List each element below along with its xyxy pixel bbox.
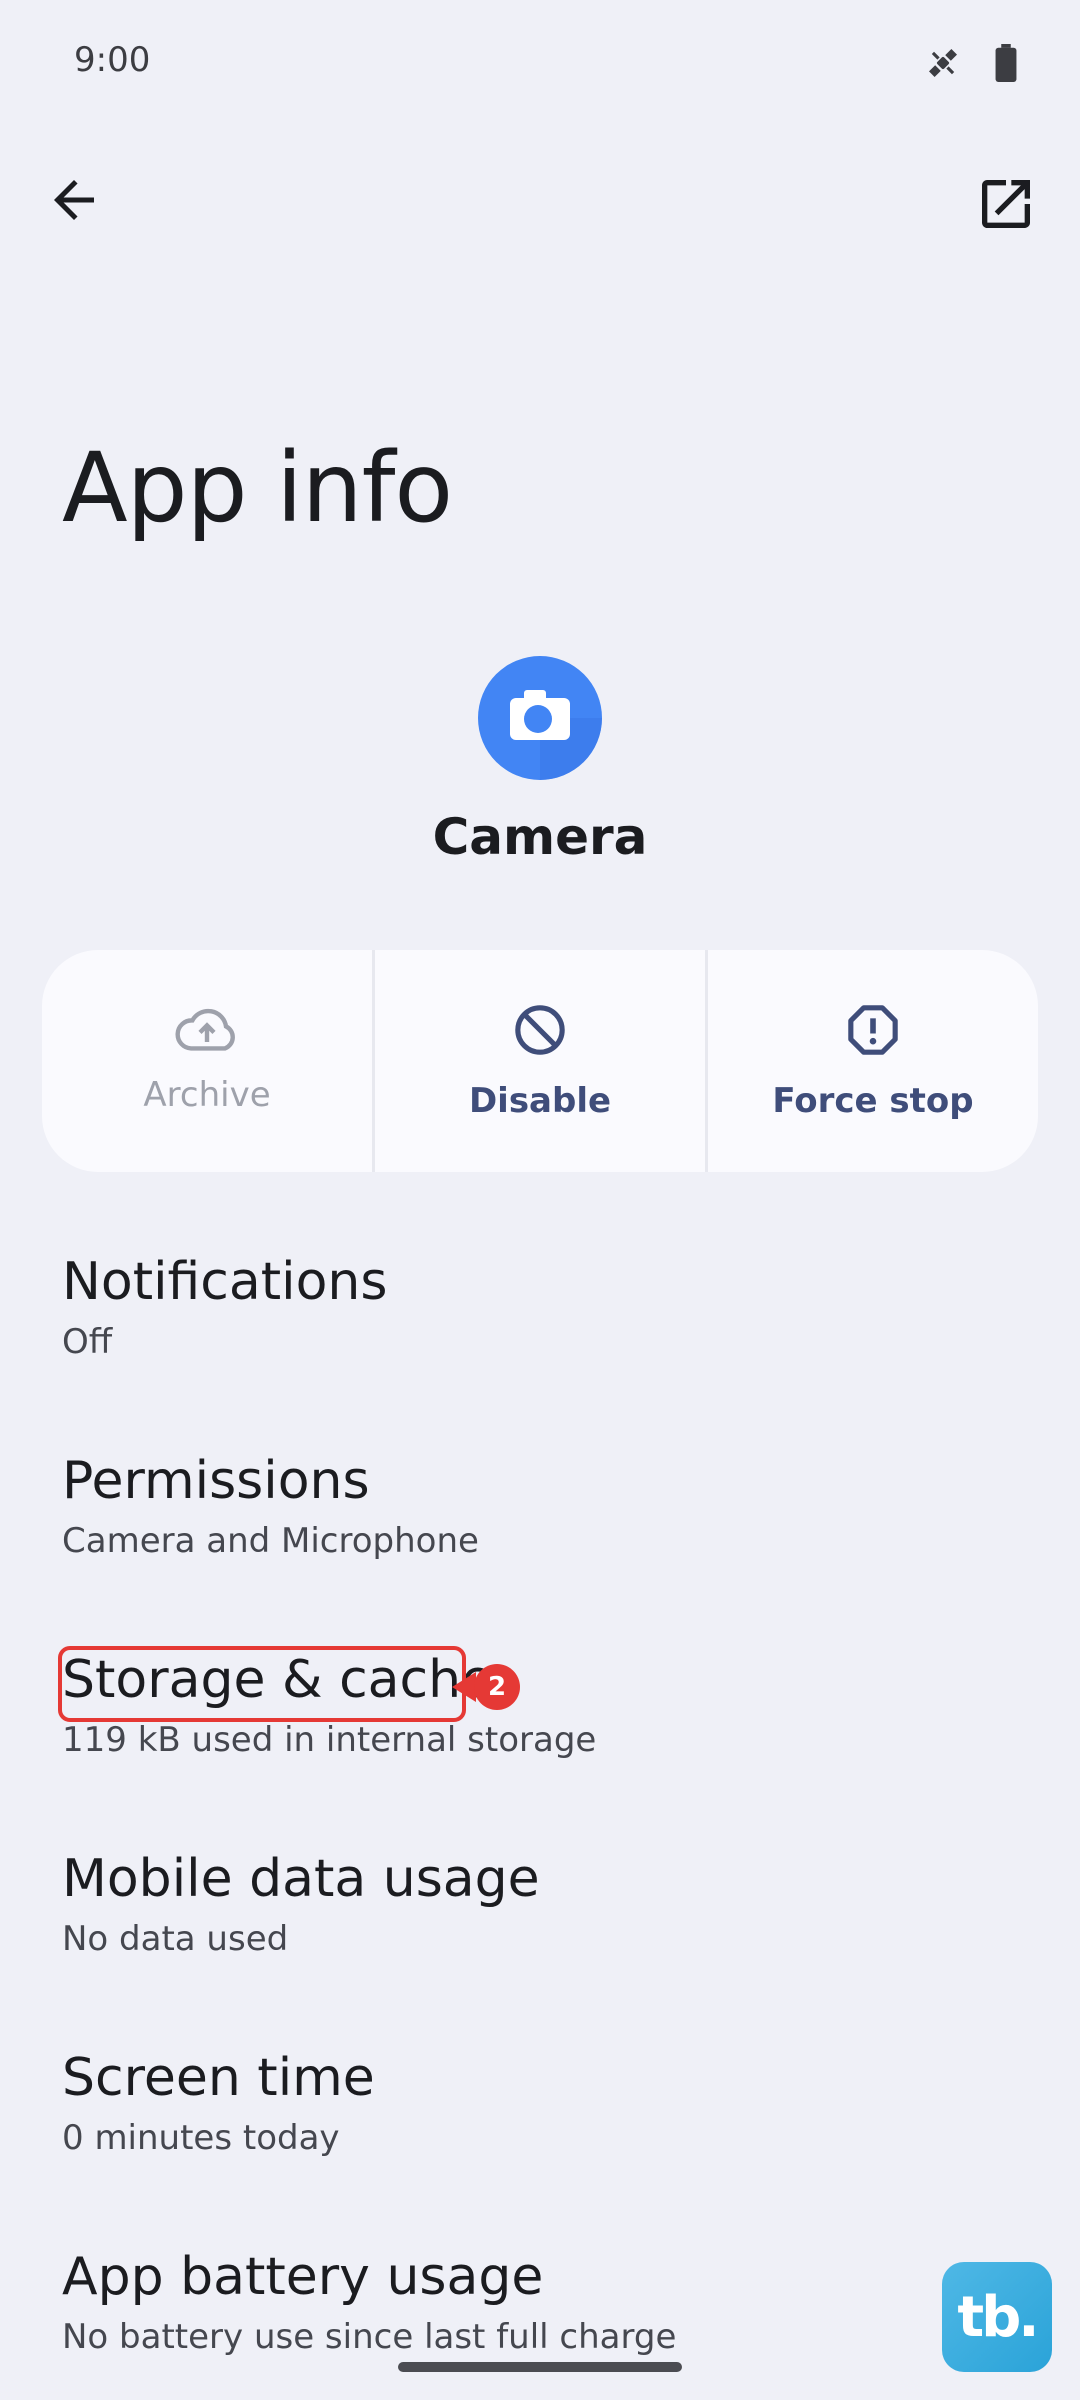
watermark-logo: tb. (942, 2262, 1052, 2372)
open-app-button[interactable] (974, 172, 1038, 236)
status-icons (924, 44, 1018, 87)
gesture-nav-handle[interactable] (398, 2362, 682, 2372)
action-buttons: Archive Disable Force stop (42, 950, 1038, 1172)
battery-icon (994, 44, 1018, 87)
screen-time-item[interactable]: Screen time 0 minutes today (62, 2048, 375, 2158)
disable-button[interactable]: Disable (375, 950, 708, 1172)
notifications-item[interactable]: Notifications Off (62, 1252, 387, 1362)
marker-arrow (452, 1672, 476, 1702)
battery-usage-subtitle: No battery use since last full charge (62, 2317, 677, 2357)
block-icon (512, 1002, 568, 1063)
mobile-data-title: Mobile data usage (62, 1849, 540, 1909)
permissions-item[interactable]: Permissions Camera and Microphone (62, 1451, 479, 1561)
page-title: App info (62, 432, 453, 544)
screen-time-subtitle: 0 minutes today (62, 2118, 340, 2158)
disable-label: Disable (468, 1080, 612, 1121)
camera-app-icon (478, 656, 602, 780)
screen-time-title: Screen time (62, 2048, 375, 2108)
app-name: Camera (432, 808, 648, 866)
status-time: 9:00 (74, 40, 151, 80)
force-stop-label: Force stop (772, 1080, 974, 1121)
battery-usage-item[interactable]: App battery usage No battery use since l… (62, 2247, 676, 2357)
permissions-title: Permissions (62, 1451, 370, 1511)
error-icon (845, 1002, 901, 1063)
satellite-icon (924, 44, 962, 87)
archive-label: Archive (143, 1074, 271, 1115)
back-button[interactable] (44, 170, 104, 230)
notifications-title: Notifications (62, 1252, 388, 1312)
mobile-data-subtitle: No data used (62, 1919, 289, 1959)
storage-cache-subtitle: 119 kB used in internal storage (62, 1720, 597, 1760)
cloud-upload-icon (175, 1008, 239, 1057)
highlight-box (58, 1646, 466, 1722)
battery-usage-title: App battery usage (62, 2247, 544, 2307)
arrow-back-icon (44, 180, 104, 234)
open-in-new-icon (974, 180, 1038, 240)
mobile-data-item[interactable]: Mobile data usage No data used (62, 1849, 540, 1959)
force-stop-button[interactable]: Force stop (708, 950, 1038, 1172)
notifications-subtitle: Off (62, 1322, 113, 1362)
step-marker: 2 (474, 1664, 520, 1710)
archive-button[interactable]: Archive (42, 950, 375, 1172)
permissions-subtitle: Camera and Microphone (62, 1521, 479, 1561)
